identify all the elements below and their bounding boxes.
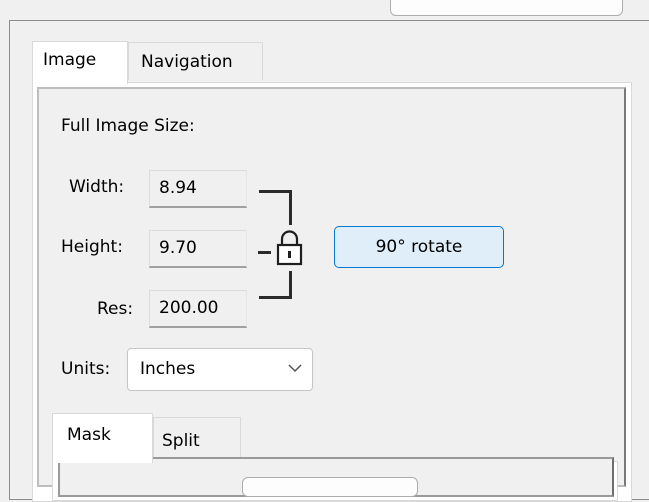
aspect-bracket-bottom-vertical bbox=[289, 271, 292, 299]
tab-image[interactable]: Image bbox=[32, 41, 128, 84]
rotate-90-button[interactable]: 90° rotate bbox=[334, 226, 504, 268]
height-label: Height: bbox=[61, 237, 123, 257]
tab-image-label: Image bbox=[43, 50, 97, 70]
aspect-bracket-bottom bbox=[259, 296, 292, 299]
full-image-size-label: Full Image Size: bbox=[61, 116, 195, 136]
tab-navigation-label: Navigation bbox=[141, 52, 233, 72]
chevron-down-icon bbox=[288, 364, 302, 373]
tab-split-label: Split bbox=[162, 431, 200, 451]
aspect-bracket-middle bbox=[258, 251, 271, 254]
res-label: Res: bbox=[97, 299, 134, 319]
mask-panel-button[interactable] bbox=[242, 477, 418, 497]
aspect-bracket-top-vertical bbox=[289, 190, 292, 225]
tab-mask[interactable]: Mask bbox=[52, 413, 153, 463]
units-select-value: Inches bbox=[140, 359, 196, 379]
aspect-bracket-top bbox=[259, 190, 292, 193]
height-field[interactable]: 9.70 bbox=[149, 230, 247, 268]
units-select[interactable]: Inches bbox=[127, 348, 313, 391]
res-field[interactable]: 200.00 bbox=[149, 290, 247, 328]
top-button[interactable] bbox=[390, 0, 623, 16]
padlock-icon[interactable] bbox=[274, 226, 305, 266]
tab-navigation[interactable]: Navigation bbox=[128, 42, 263, 80]
tab-mask-label: Mask bbox=[67, 425, 111, 445]
width-label: Width: bbox=[69, 177, 125, 197]
units-label: Units: bbox=[61, 359, 111, 379]
width-field[interactable]: 8.94 bbox=[149, 170, 247, 208]
